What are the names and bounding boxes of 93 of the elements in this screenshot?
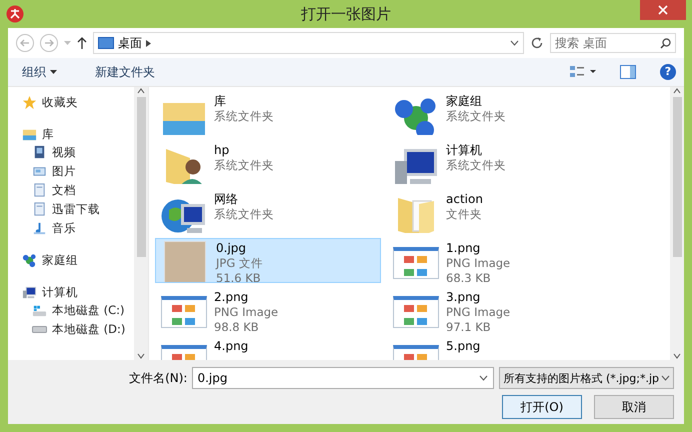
file-name: 5.png [446,339,480,354]
file-type: PNG Image [446,305,510,320]
nav-item[interactable]: 图片 [32,162,134,180]
music-note-icon [32,220,47,236]
close-button[interactable] [640,0,686,20]
scrollbar[interactable] [670,87,684,360]
file-name: 库 [214,94,227,109]
file-item[interactable]: 库 系统文件夹 [155,91,381,136]
refresh-icon[interactable] [530,36,544,50]
file-item[interactable]: 网络 系统文件夹 [155,189,381,234]
document-icon [32,202,47,216]
video-library-icon [32,144,47,160]
chevron-down-icon[interactable] [479,375,488,381]
nav-item[interactable]: 家庭组 [22,251,134,269]
address-bar[interactable]: 桌面 [93,32,524,54]
file-type: 文件夹 [446,207,483,222]
file-item[interactable]: 1.png PNG Image 68.3 KB [387,238,613,283]
file-type-dropdown[interactable]: 所有支持的图片格式 (*.jpg;*.jp [499,367,674,389]
file-name: 0.jpg [216,241,248,256]
file-type: PNG Image [214,305,278,320]
file-type: 系统文件夹 [214,158,274,173]
scroll-up-icon[interactable] [137,87,145,95]
file-item[interactable]: 2.png PNG Image 98.8 KB [155,287,381,332]
address-segment[interactable]: 桌面 [118,34,142,52]
open-button[interactable]: 打开(O) [502,395,582,419]
nav-item[interactable]: 迅雷下载 [32,200,134,218]
chevron-right-icon[interactable] [146,40,151,46]
file-name: 1.png [446,241,482,256]
file-item[interactable]: 3.png PNG Image 97.1 KB [387,287,613,332]
file-name: 网络 [214,192,239,207]
file-size: 97.1 KB [446,320,492,331]
drive-icon [32,326,47,332]
nav-item[interactable]: 库 [22,125,134,143]
file-type: 系统文件夹 [446,158,506,173]
file-name: action [446,192,483,207]
star-icon [22,94,37,110]
organize-menu[interactable]: 组织 [16,62,63,82]
file-type: PNG Image [446,256,510,271]
screenshot-thumbnail [393,247,439,279]
file-item[interactable]: 计算机 系统文件夹 [387,140,613,185]
file-item[interactable]: action 文件夹 [387,189,613,234]
photo-placeholder [164,241,206,282]
close-icon [658,5,668,15]
nav-item[interactable]: 视频 [32,143,134,161]
file-type: 系统文件夹 [446,109,506,124]
file-name: 2.png [214,290,250,305]
cancel-button[interactable]: 取消 [594,395,674,419]
filename-label: 文件名(N): [129,370,188,386]
filename-field[interactable]: 0.jpg [192,367,494,389]
app-logo-icon [6,5,24,23]
file-name: 家庭组 [446,94,483,109]
view-options-icon[interactable] [570,65,596,79]
file-item[interactable]: hp 系统文件夹 [155,140,381,185]
file-type: 系统文件夹 [214,109,274,124]
file-size: 98.8 KB [214,320,260,331]
scroll-down-icon[interactable] [673,352,681,360]
computer-icon [22,284,37,300]
file-name: 4.png [214,339,248,354]
window-title: 打开一张图片 [301,4,391,24]
nav-item[interactable]: 本地磁盘 (C:) [32,301,134,319]
file-size: 51.6 KB [216,271,262,282]
search-field[interactable]: 搜索 桌面 [550,33,676,53]
scroll-up-icon[interactable] [673,87,681,95]
back-arrow-icon [20,38,30,48]
preview-pane-icon[interactable] [620,65,636,79]
scroll-down-icon[interactable] [137,352,145,360]
file-name: 计算机 [446,143,483,158]
nav-item[interactable]: 计算机 [22,283,134,301]
screenshot-thumbnail [393,296,439,328]
desktop-icon [98,37,114,49]
document-icon [32,182,47,198]
search-icon [660,38,671,48]
file-type: JPG 文件 [216,256,263,271]
up-arrow-icon[interactable] [77,37,87,49]
caret-icon [50,70,57,74]
file-item[interactable]: 0.jpg JPG 文件 51.6 KB [155,238,381,283]
file-type: 系统文件夹 [214,207,274,222]
scrollbar[interactable] [134,87,148,360]
new-folder-button[interactable]: 新建文件夹 [89,62,161,82]
file-item[interactable]: 家庭组 系统文件夹 [387,91,613,136]
help-button[interactable]: ? [660,64,676,80]
file-name: 3.png [446,290,482,305]
file-size: 68.3 KB [446,271,492,282]
forward-arrow-icon [44,38,54,48]
homegroup-icon [22,252,37,268]
chevron-down-icon[interactable] [510,40,519,46]
chevron-down-icon [661,375,670,381]
nav-item[interactable]: 文档 [32,181,134,199]
nav-item[interactable]: 收藏夹 [22,93,134,111]
nav-item[interactable]: 本地磁盘 (D:) [32,320,134,338]
nav-item[interactable]: 音乐 [32,219,134,237]
screenshot-thumbnail [161,296,207,328]
file-name: hp [214,143,230,158]
